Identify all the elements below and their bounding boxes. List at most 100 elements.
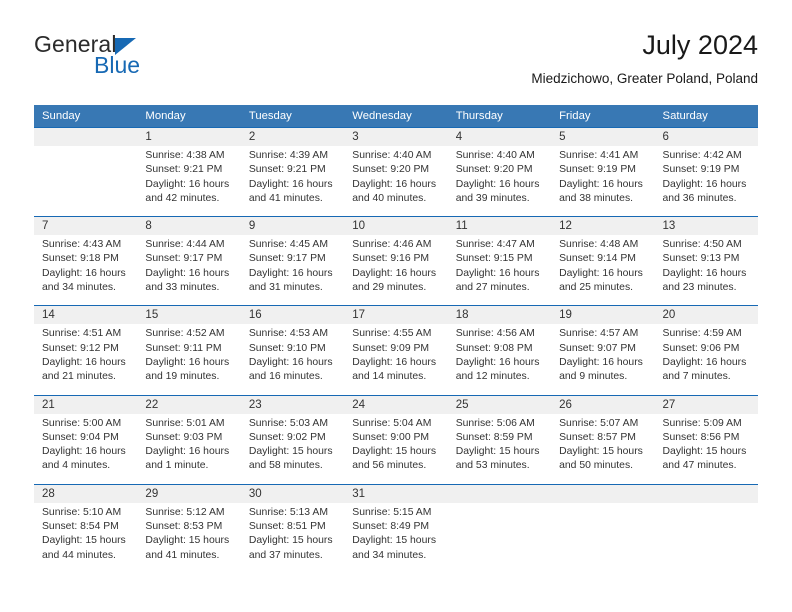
day-number[interactable]: 2	[240, 127, 345, 146]
day-cell[interactable]: Sunrise: 4:47 AM Sunset: 9:15 PM Daylight:…	[447, 235, 552, 306]
day-cell[interactable]: Sunrise: 5:12 AM Sunset: 8:53 PM Daylight:…	[137, 502, 241, 573]
day-info-line: Daylight: 16 hours	[352, 267, 437, 279]
day-cell[interactable]: Sunrise: 5:03 AM Sunset: 9:02 PM Daylight:…	[240, 413, 345, 485]
calendar-page: General Blue July 2024 Miedzichowo, Grea…	[0, 0, 792, 612]
day-cell[interactable]: Sunrise: 5:09 AM Sunset: 8:56 PM Daylight:…	[654, 413, 758, 485]
day-cell-empty	[551, 502, 655, 573]
day-info-line: and 7 minutes.	[662, 371, 731, 383]
day-info-line: Sunrise: 5:13 AM	[248, 506, 328, 518]
day-cell[interactable]: Sunrise: 4:40 AM Sunset: 9:20 PM Daylight:…	[344, 146, 448, 217]
day-cell[interactable]: Sunrise: 4:50 AM Sunset: 9:13 PM Daylight:…	[654, 235, 758, 306]
day-info-line: and 34 minutes.	[42, 282, 116, 294]
day-info-line: Sunrise: 4:39 AM	[248, 150, 328, 161]
day-cell[interactable]: Sunrise: 4:40 AM Sunset: 9:20 PM Daylight:…	[447, 146, 552, 217]
calendar-week-daynumbers: 123456	[34, 127, 758, 146]
day-number[interactable]: 4	[447, 127, 552, 146]
day-number[interactable]: 26	[551, 395, 655, 414]
day-info-line: Sunset: 9:15 PM	[455, 253, 533, 265]
weekday-header-row: Sunday Monday Tuesday Wednesday Thursday…	[34, 105, 758, 128]
day-number[interactable]: 3	[344, 127, 448, 146]
day-number[interactable]: 12	[551, 216, 655, 236]
day-info-line: and 14 minutes.	[352, 371, 427, 383]
day-cell[interactable]: Sunrise: 4:38 AM Sunset: 9:21 PM Daylight:…	[137, 146, 241, 217]
day-cell[interactable]: Sunrise: 4:44 AM Sunset: 9:17 PM Daylight:…	[137, 235, 241, 306]
day-info-line: Sunrise: 5:09 AM	[662, 417, 742, 429]
day-cell[interactable]: Sunrise: 4:46 AM Sunset: 9:16 PM Daylight:…	[344, 235, 448, 306]
day-cell[interactable]: Sunrise: 4:48 AM Sunset: 9:14 PM Daylight:…	[551, 235, 655, 306]
day-cell[interactable]: Sunrise: 5:10 AM Sunset: 8:54 PM Daylight:…	[34, 502, 138, 573]
day-info-line: Sunset: 9:20 PM	[352, 164, 430, 176]
day-number[interactable]: 9	[240, 216, 345, 236]
day-number[interactable]: 19	[551, 305, 655, 325]
calendar-week-details: Sunrise: 4:43 AM Sunset: 9:18 PM Daylight:…	[34, 235, 758, 306]
day-info-line: and 37 minutes.	[248, 549, 323, 561]
day-cell[interactable]: Sunrise: 5:06 AM Sunset: 8:59 PM Daylight:…	[447, 413, 552, 485]
day-number[interactable]: 25	[447, 395, 552, 414]
day-info-line: Sunset: 8:57 PM	[559, 431, 636, 443]
day-cell[interactable]: Sunrise: 4:39 AM Sunset: 9:21 PM Daylight:…	[240, 146, 345, 217]
day-number[interactable]: 21	[34, 395, 138, 414]
day-info-line: and 19 minutes.	[145, 371, 220, 383]
day-cell[interactable]: Sunrise: 5:15 AM Sunset: 8:49 PM Daylight:…	[344, 502, 448, 573]
day-info-line: Sunrise: 4:38 AM	[145, 150, 225, 161]
day-number[interactable]: 8	[137, 216, 241, 236]
day-info-line: and 38 minutes.	[559, 192, 634, 204]
day-cell[interactable]: Sunrise: 4:53 AM Sunset: 9:10 PM Daylight:…	[240, 324, 345, 396]
day-number[interactable]: 11	[447, 216, 552, 236]
day-cell[interactable]: Sunrise: 4:55 AM Sunset: 9:09 PM Daylight:…	[344, 324, 448, 396]
calendar-week-daynumbers: 14 15 16 17 18 19 20	[34, 305, 758, 325]
day-number[interactable]: 5	[551, 127, 655, 146]
day-cell[interactable]: Sunrise: 5:07 AM Sunset: 8:57 PM Daylight:…	[551, 413, 655, 485]
day-cell[interactable]: Sunrise: 5:01 AM Sunset: 9:03 PM Daylight:…	[137, 413, 241, 485]
day-info-line: and 34 minutes.	[352, 549, 427, 561]
day-cell[interactable]: Sunrise: 4:56 AM Sunset: 9:08 PM Daylight:…	[447, 324, 552, 396]
day-cell[interactable]: Sunrise: 4:52 AM Sunset: 9:11 PM Daylight:…	[137, 324, 241, 396]
day-number[interactable]: 18	[447, 305, 552, 325]
day-number[interactable]: 27	[654, 395, 758, 414]
day-number[interactable]: 7	[34, 216, 138, 236]
day-cell[interactable]: Sunrise: 5:13 AM Sunset: 8:51 PM Daylight:…	[240, 502, 345, 573]
day-number[interactable]: 24	[344, 395, 448, 414]
weekday-header-tuesday: Tuesday	[240, 105, 345, 128]
day-number[interactable]: 16	[240, 305, 345, 325]
day-number[interactable]: 31	[344, 484, 448, 503]
day-number[interactable]: 28	[34, 484, 138, 503]
day-info-line: Sunrise: 5:07 AM	[559, 417, 639, 429]
day-number[interactable]: 1	[137, 127, 241, 146]
day-info-line: Sunrise: 4:40 AM	[455, 150, 535, 161]
day-info-line: Sunset: 9:19 PM	[559, 164, 636, 176]
day-number[interactable]: 6	[654, 127, 758, 146]
day-number[interactable]: 14	[34, 305, 138, 325]
day-cell[interactable]: Sunrise: 4:42 AM Sunset: 9:19 PM Daylight:…	[654, 146, 758, 217]
day-number[interactable]: 20	[654, 305, 758, 325]
day-number[interactable]: 10	[344, 216, 448, 236]
day-cell[interactable]: Sunrise: 4:43 AM Sunset: 9:18 PM Daylight:…	[34, 235, 138, 306]
day-cell[interactable]: Sunrise: 4:45 AM Sunset: 9:17 PM Daylight:…	[240, 235, 345, 306]
day-info-line: Sunset: 9:18 PM	[42, 253, 119, 265]
day-info-line: Sunset: 9:00 PM	[352, 431, 430, 443]
day-cell[interactable]: Sunrise: 4:59 AM Sunset: 9:06 PM Daylight:…	[654, 324, 758, 396]
day-number[interactable]: 30	[240, 484, 345, 503]
day-info-line: and 1 minute.	[145, 460, 209, 472]
weekday-header-sunday: Sunday	[34, 105, 138, 128]
day-info-line: and 41 minutes.	[248, 192, 323, 204]
day-cell[interactable]: Sunrise: 5:00 AM Sunset: 9:04 PM Daylight:…	[34, 413, 138, 485]
day-number[interactable]: 13	[654, 216, 758, 236]
day-info-line: and 29 minutes.	[352, 282, 427, 294]
day-number[interactable]: 17	[344, 305, 448, 325]
day-info-line: Daylight: 15 hours	[248, 535, 333, 547]
day-cell[interactable]: Sunrise: 4:57 AM Sunset: 9:07 PM Daylight:…	[551, 324, 655, 396]
day-cell[interactable]: Sunrise: 4:51 AM Sunset: 9:12 PM Daylight:…	[34, 324, 138, 396]
day-number[interactable]: 22	[137, 395, 241, 414]
day-info-line: Sunrise: 4:59 AM	[662, 328, 742, 340]
day-info-line: Daylight: 16 hours	[559, 267, 643, 279]
day-number[interactable]: 15	[137, 305, 241, 325]
calendar-week-details: Sunrise: 5:00 AM Sunset: 9:04 PM Daylight:…	[34, 413, 758, 485]
day-info-line: Daylight: 16 hours	[455, 356, 540, 368]
day-info-line: Sunset: 8:53 PM	[145, 521, 223, 533]
day-number[interactable]: 23	[240, 395, 345, 414]
day-cell[interactable]: Sunrise: 4:41 AM Sunset: 9:19 PM Daylight:…	[551, 146, 655, 217]
day-info-line: Sunrise: 4:43 AM	[42, 239, 122, 251]
day-cell[interactable]: Sunrise: 5:04 AM Sunset: 9:00 PM Daylight:…	[344, 413, 448, 485]
day-number[interactable]: 29	[137, 484, 241, 503]
